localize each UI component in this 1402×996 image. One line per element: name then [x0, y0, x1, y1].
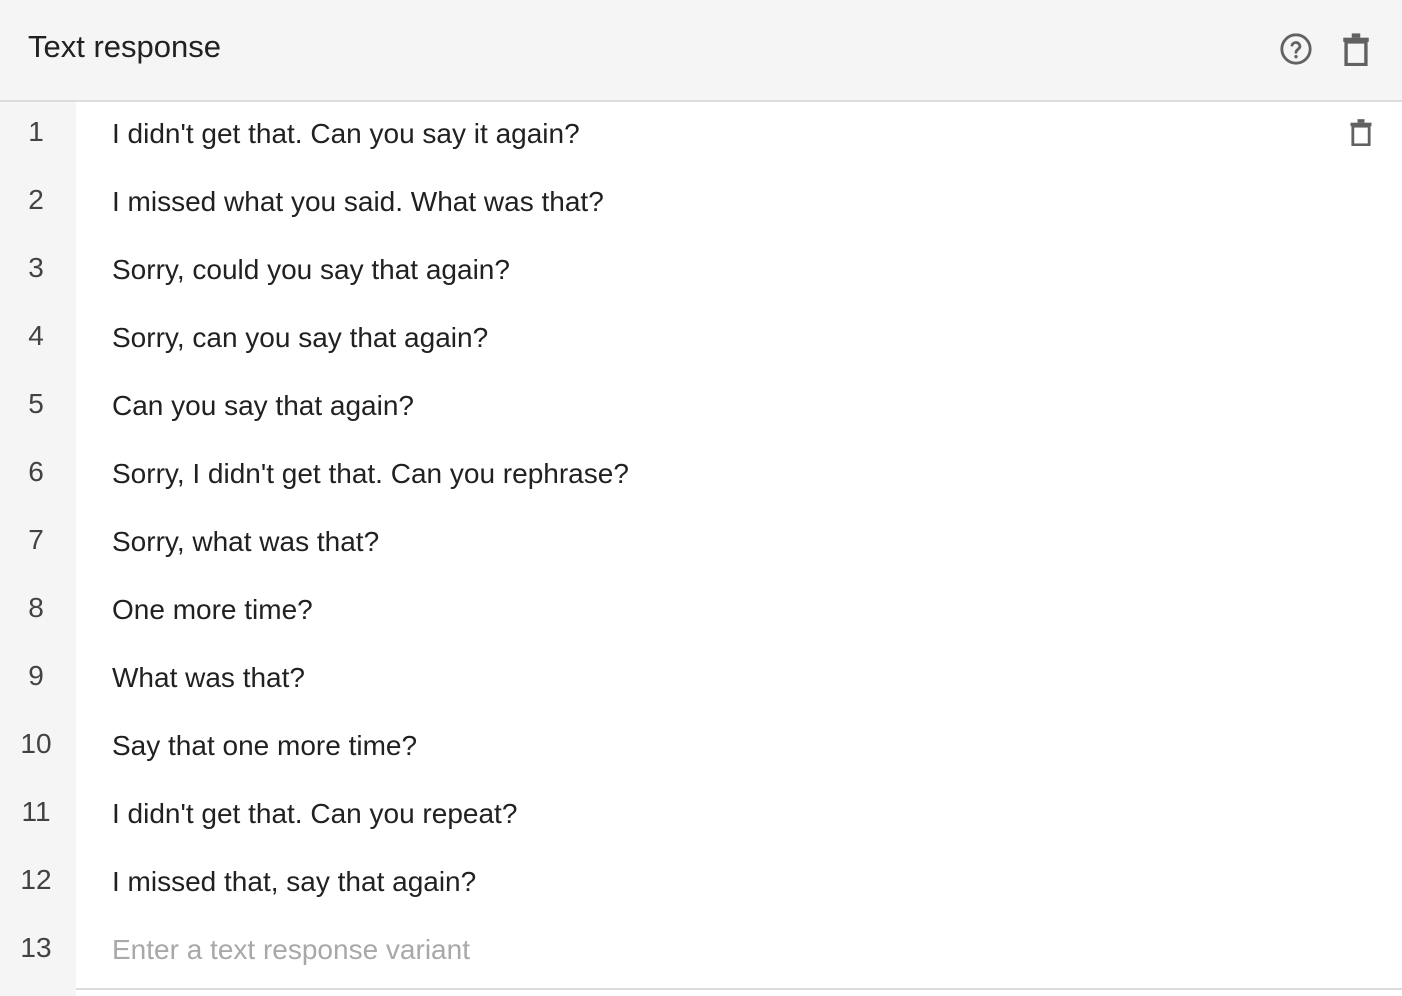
response-text[interactable]: Say that one more time?: [76, 714, 1402, 782]
response-text[interactable]: I missed what you said. What was that?: [76, 170, 1402, 238]
response-row[interactable]: 7 Sorry, what was that?: [0, 510, 1402, 578]
response-row[interactable]: 5 Can you say that again?: [0, 374, 1402, 442]
row-number: 3: [0, 238, 76, 306]
response-row[interactable]: 1 I didn't get that. Can you say it agai…: [0, 102, 1402, 170]
card-header: Text response: [0, 0, 1402, 102]
row-number: 1: [0, 102, 76, 170]
row-number: 5: [0, 374, 76, 442]
response-list: 1 I didn't get that. Can you say it agai…: [0, 102, 1402, 996]
trash-icon: [1343, 33, 1369, 66]
row-number: 10: [0, 714, 76, 782]
row-number: 13: [0, 918, 76, 996]
response-row[interactable]: 10 Say that one more time?: [0, 714, 1402, 782]
response-row[interactable]: 2 I missed what you said. What was that?: [0, 170, 1402, 238]
row-number: 11: [0, 782, 76, 850]
delete-row-button[interactable]: [1346, 116, 1376, 148]
text-response-card: Text response 1 I didn't get that. Can y…: [0, 0, 1402, 996]
response-row[interactable]: 4 Sorry, can you say that again?: [0, 306, 1402, 374]
response-row[interactable]: 3 Sorry, could you say that again?: [0, 238, 1402, 306]
response-text[interactable]: I missed that, say that again?: [76, 850, 1402, 918]
response-text[interactable]: What was that?: [76, 646, 1402, 714]
response-row[interactable]: 6 Sorry, I didn't get that. Can you reph…: [0, 442, 1402, 510]
response-row[interactable]: 9 What was that?: [0, 646, 1402, 714]
response-row[interactable]: 12 I missed that, say that again?: [0, 850, 1402, 918]
response-text[interactable]: Sorry, could you say that again?: [76, 238, 1402, 306]
row-number: 6: [0, 442, 76, 510]
delete-card-button[interactable]: [1338, 31, 1374, 67]
row-number: 4: [0, 306, 76, 374]
row-number: 12: [0, 850, 76, 918]
help-button[interactable]: [1278, 31, 1314, 67]
help-circle-icon: [1280, 33, 1312, 65]
row-number: 9: [0, 646, 76, 714]
response-text[interactable]: I didn't get that. Can you say it again?: [76, 102, 1402, 170]
header-actions: [1278, 31, 1374, 67]
response-row[interactable]: 8 One more time?: [0, 578, 1402, 646]
response-text[interactable]: Sorry, what was that?: [76, 510, 1402, 578]
response-text[interactable]: Sorry, can you say that again?: [76, 306, 1402, 374]
new-response-input[interactable]: Enter a text response variant: [76, 918, 1402, 996]
card-title: Text response: [28, 29, 221, 64]
response-text[interactable]: Sorry, I didn't get that. Can you rephra…: [76, 442, 1402, 510]
row-number: 2: [0, 170, 76, 238]
row-number: 8: [0, 578, 76, 646]
response-text[interactable]: One more time?: [76, 578, 1402, 646]
new-response-row[interactable]: 13 Enter a text response variant: [0, 918, 1402, 996]
response-row[interactable]: 11 I didn't get that. Can you repeat?: [0, 782, 1402, 850]
response-text[interactable]: I didn't get that. Can you repeat?: [76, 782, 1402, 850]
trash-icon: [1350, 119, 1372, 146]
response-text[interactable]: Can you say that again?: [76, 374, 1402, 442]
row-number: 7: [0, 510, 76, 578]
